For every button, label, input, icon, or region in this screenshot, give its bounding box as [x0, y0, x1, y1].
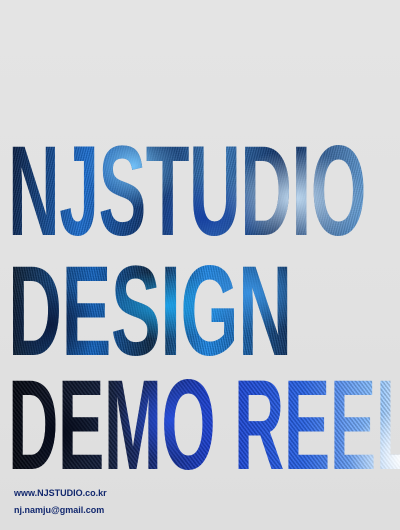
- email-text: nj.namju@gmail.com: [14, 505, 105, 515]
- website-text: www.NJSTUDIO.co.kr: [14, 488, 107, 498]
- title-line-demo-reel: DEMO REEL: [8, 362, 400, 490]
- title-line-njstudio: NJSTUDIO: [8, 120, 366, 263]
- poster: NJSTUDIO DESIGN DEMO REEL www.NJSTUDIO.c…: [0, 0, 400, 530]
